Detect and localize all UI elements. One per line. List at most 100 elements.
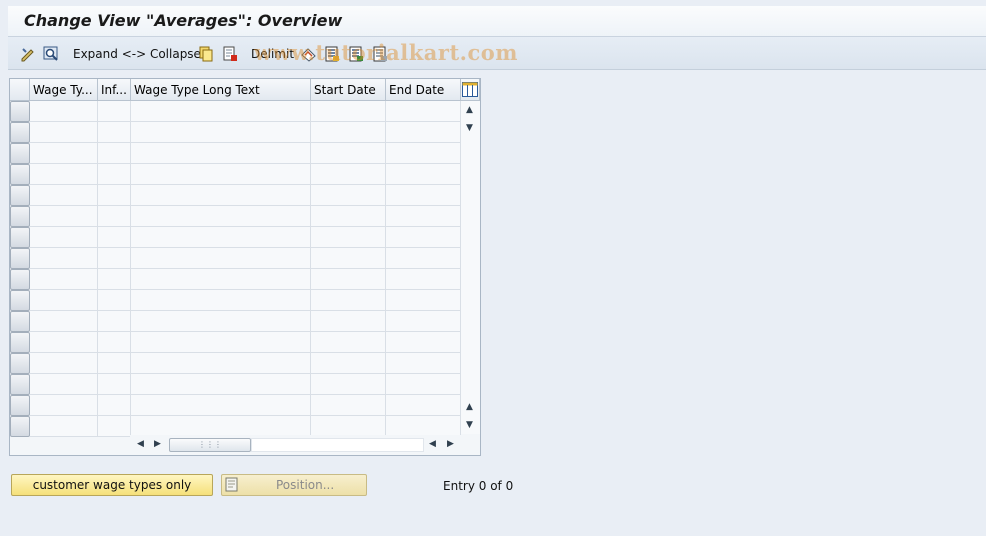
find-icon[interactable] bbox=[43, 45, 60, 62]
table-cell[interactable] bbox=[98, 122, 131, 143]
table-cell[interactable] bbox=[131, 164, 311, 185]
table-cell[interactable] bbox=[311, 269, 386, 290]
table-cell[interactable] bbox=[131, 374, 311, 395]
table-cell[interactable] bbox=[311, 332, 386, 353]
table-cell[interactable] bbox=[386, 332, 461, 353]
table-cell[interactable] bbox=[311, 227, 386, 248]
table-cell[interactable] bbox=[30, 122, 98, 143]
table-cell[interactable] bbox=[30, 311, 98, 332]
table-cell[interactable] bbox=[386, 164, 461, 185]
table-cell[interactable] bbox=[30, 185, 98, 206]
table-cell[interactable] bbox=[30, 374, 98, 395]
table-cell[interactable] bbox=[386, 416, 461, 437]
table-cell[interactable] bbox=[30, 395, 98, 416]
table-cell[interactable] bbox=[311, 416, 386, 437]
table-cell[interactable] bbox=[131, 227, 311, 248]
delete-icon[interactable] bbox=[222, 45, 238, 62]
column-header-info[interactable]: Inf... bbox=[98, 79, 131, 101]
table-cell[interactable] bbox=[311, 185, 386, 206]
display-change-toggle-icon[interactable] bbox=[20, 45, 36, 62]
table-cell[interactable] bbox=[386, 227, 461, 248]
scroll-page-down-icon[interactable]: ▼ bbox=[466, 421, 473, 430]
position-button[interactable]: Position... bbox=[221, 474, 367, 496]
table-cell[interactable] bbox=[30, 290, 98, 311]
table-cell[interactable] bbox=[131, 206, 311, 227]
table-cell[interactable] bbox=[386, 206, 461, 227]
table-cell[interactable] bbox=[98, 248, 131, 269]
row-selector[interactable] bbox=[10, 227, 30, 248]
table-cell[interactable] bbox=[311, 101, 386, 122]
table-cell[interactable] bbox=[311, 353, 386, 374]
table-cell[interactable] bbox=[131, 185, 311, 206]
table-cell[interactable] bbox=[98, 395, 131, 416]
table-settings-icon[interactable] bbox=[461, 79, 480, 101]
table-cell[interactable] bbox=[98, 374, 131, 395]
table-cell[interactable] bbox=[386, 395, 461, 416]
table-cell[interactable] bbox=[30, 206, 98, 227]
table-cell[interactable] bbox=[386, 269, 461, 290]
table-cell[interactable] bbox=[311, 395, 386, 416]
table-cell[interactable] bbox=[30, 416, 98, 437]
table-cell[interactable] bbox=[30, 164, 98, 185]
table-cell[interactable] bbox=[386, 311, 461, 332]
scroll-down-icon[interactable]: ▼ bbox=[466, 124, 473, 133]
table-cell[interactable] bbox=[131, 101, 311, 122]
scroll-left-icon[interactable]: ◀ bbox=[137, 440, 144, 449]
table-cell[interactable] bbox=[98, 101, 131, 122]
table-cell[interactable] bbox=[131, 269, 311, 290]
row-selector[interactable] bbox=[10, 269, 30, 290]
table-cell[interactable] bbox=[98, 416, 131, 437]
row-selector[interactable] bbox=[10, 311, 30, 332]
row-selector[interactable] bbox=[10, 353, 30, 374]
table-cell[interactable] bbox=[131, 332, 311, 353]
table-cell[interactable] bbox=[30, 269, 98, 290]
scroll-page-up-icon[interactable]: ▲ bbox=[466, 403, 473, 412]
table-cell[interactable] bbox=[386, 248, 461, 269]
table-cell[interactable] bbox=[386, 185, 461, 206]
scroll-up-icon[interactable]: ▲ bbox=[466, 106, 473, 115]
table-cell[interactable] bbox=[311, 143, 386, 164]
column-header-start-date[interactable]: Start Date bbox=[311, 79, 386, 101]
column-header-end-date[interactable]: End Date bbox=[386, 79, 461, 101]
table-cell[interactable] bbox=[30, 101, 98, 122]
table-cell[interactable] bbox=[98, 332, 131, 353]
table-cell[interactable] bbox=[311, 164, 386, 185]
row-selector[interactable] bbox=[10, 416, 30, 437]
table-cell[interactable] bbox=[30, 143, 98, 164]
row-selector[interactable] bbox=[10, 206, 30, 227]
table-cell[interactable] bbox=[386, 143, 461, 164]
select-all-rows-corner[interactable] bbox=[10, 79, 30, 101]
table-cell[interactable] bbox=[131, 416, 311, 437]
table-cell[interactable] bbox=[311, 374, 386, 395]
row-selector[interactable] bbox=[10, 101, 30, 122]
table-cell[interactable] bbox=[386, 290, 461, 311]
table-cell[interactable] bbox=[30, 248, 98, 269]
scroll-right-end-icon[interactable]: ▶ bbox=[447, 440, 454, 449]
row-selector[interactable] bbox=[10, 332, 30, 353]
table-cell[interactable] bbox=[311, 290, 386, 311]
customer-wage-types-button[interactable]: customer wage types only bbox=[11, 474, 213, 496]
row-selector[interactable] bbox=[10, 185, 30, 206]
table-cell[interactable] bbox=[311, 248, 386, 269]
table-cell[interactable] bbox=[98, 185, 131, 206]
copy-icon[interactable] bbox=[198, 45, 214, 62]
table-cell[interactable] bbox=[131, 248, 311, 269]
table-cell[interactable] bbox=[386, 353, 461, 374]
row-selector[interactable] bbox=[10, 374, 30, 395]
table-cell[interactable] bbox=[98, 269, 131, 290]
expand-collapse-button[interactable]: Expand <-> Collapse bbox=[73, 45, 201, 62]
row-selector[interactable] bbox=[10, 143, 30, 164]
row-selector[interactable] bbox=[10, 395, 30, 416]
table-cell[interactable] bbox=[98, 311, 131, 332]
table-cell[interactable] bbox=[131, 143, 311, 164]
table-cell[interactable] bbox=[30, 353, 98, 374]
table-cell[interactable] bbox=[386, 374, 461, 395]
row-selector[interactable] bbox=[10, 248, 30, 269]
table-cell[interactable] bbox=[30, 332, 98, 353]
column-header-wage-type[interactable]: Wage Ty... bbox=[30, 79, 98, 101]
table-cell[interactable] bbox=[131, 122, 311, 143]
horizontal-scrollbar[interactable]: ◀ ▶ ⋮⋮⋮ ◀ ▶ bbox=[130, 435, 480, 455]
table-cell[interactable] bbox=[98, 206, 131, 227]
scroll-left-end-icon[interactable]: ◀ bbox=[429, 440, 436, 449]
table-cell[interactable] bbox=[98, 353, 131, 374]
